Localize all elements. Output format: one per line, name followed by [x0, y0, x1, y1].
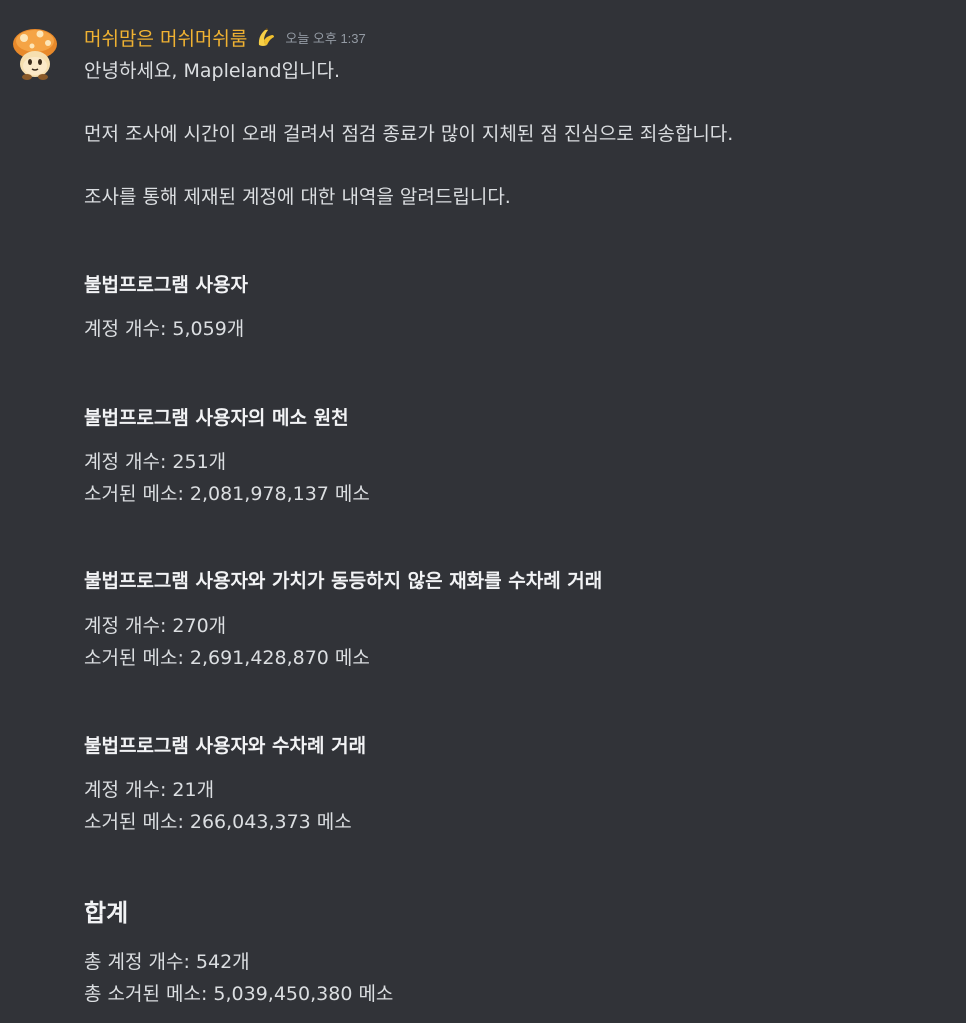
- section-accounts: 계정 개수: 5,059개: [84, 318, 245, 340]
- intro-text: 조사를 통해 제재된 계정에 대한 내역을 알려드립니다.: [84, 186, 511, 208]
- total-meso: 총 소거된 메소: 5,039,450,380 메소: [84, 983, 394, 1005]
- section-title: 불법프로그램 사용자의 메소 원천: [84, 407, 349, 429]
- author-name[interactable]: 머쉬맘은 머쉬머쉬룸: [84, 24, 247, 51]
- user-avatar[interactable]: [6, 24, 64, 82]
- section-accounts: 계정 개수: 270개: [84, 615, 227, 637]
- section-meso: 소거된 메소: 2,081,978,137 메소: [84, 483, 370, 505]
- message-header: 머쉬맘은 머쉬머쉬룸 오늘 오후 1:37: [84, 24, 366, 50]
- total-heading: 합계: [84, 899, 129, 927]
- section-meso: 소거된 메소: 2,691,428,870 메소: [84, 647, 370, 669]
- message-timestamp[interactable]: 오늘 오후 1:37: [285, 28, 365, 47]
- apology-text: 먼저 조사에 시간이 오래 걸려서 점검 종료가 많이 지체된 점 진심으로 죄…: [84, 123, 734, 145]
- total-accounts: 총 계정 개수: 542개: [84, 951, 250, 973]
- chat-message: 머쉬맘은 머쉬머쉬룸 오늘 오후 1:37 안녕하세요, Mapleland입니…: [0, 0, 966, 1023]
- greeting-text: 안녕하세요, Mapleland입니다.: [84, 60, 341, 82]
- section-title: 불법프로그램 사용자: [84, 274, 248, 296]
- section-meso: 소거된 메소: 266,043,373 메소: [84, 811, 352, 833]
- banana-role-icon[interactable]: [255, 26, 277, 48]
- section-accounts: 계정 개수: 251개: [84, 451, 227, 473]
- section-title: 불법프로그램 사용자와 수차례 거래: [84, 735, 367, 757]
- section-title: 불법프로그램 사용자와 가치가 동등하지 않은 재화를 수차례 거래: [84, 570, 603, 592]
- section-accounts: 계정 개수: 21개: [84, 779, 215, 801]
- orange-mushroom-icon: [13, 29, 57, 80]
